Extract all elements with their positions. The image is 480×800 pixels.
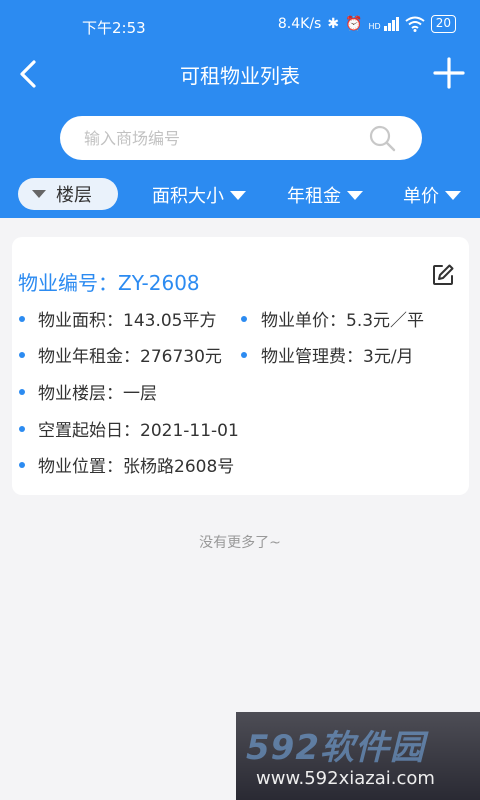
status-bar: 下午2:53 8.4K/s ✱ ⏰ HD 20 <box>0 0 480 48</box>
search-input[interactable] <box>84 116 364 160</box>
signal-icon: HD <box>369 17 399 31</box>
signal-bar <box>387 23 391 31</box>
network-speed: 8.4K/s <box>277 16 322 32</box>
property-card[interactable]: 物业编号：ZY-2608 物业面积：143.05平方 物业单价：5.3元／平 物… <box>12 237 469 495</box>
watermark-url: www.592xiazai.com <box>256 768 435 789</box>
property-row: 空置起始日：2021-11-01 <box>12 415 469 443</box>
status-icons: 8.4K/s ✱ ⏰ HD 20 <box>278 15 456 33</box>
property-row: 物业楼层：一层 <box>12 378 469 406</box>
filter-area[interactable]: 面积大小 <box>152 182 246 208</box>
caret-down-icon <box>230 190 246 200</box>
signal-bar <box>383 26 387 31</box>
nav-bar: 可租物业列表 <box>0 48 480 100</box>
filter-annual-rent[interactable]: 年租金 <box>287 182 363 208</box>
property-floor: 物业楼层：一层 <box>38 384 157 404</box>
bullet-dot <box>241 352 247 358</box>
search-bar <box>60 116 422 160</box>
search-icon[interactable] <box>368 124 396 152</box>
property-management-fee: 物业管理费：3元/月 <box>261 347 414 367</box>
property-unit-price: 物业单价：5.3元／平 <box>261 311 425 331</box>
header: 下午2:53 8.4K/s ✱ ⏰ HD 20 可租物业列表 输入商场编号 楼层… <box>0 0 480 218</box>
bluetooth-icon: ✱ <box>327 16 340 32</box>
signal-label: HD <box>368 22 381 31</box>
watermark-logo: 592软件园 www.592xiazai.com <box>236 712 480 800</box>
bullet-dot <box>19 462 25 468</box>
battery-indicator: 20 <box>430 15 456 33</box>
filter-unit-price-label: 单价 <box>403 186 439 207</box>
property-row: 物业面积：143.05平方 物业单价：5.3元／平 <box>12 305 469 333</box>
bullet-dot <box>19 352 25 358</box>
filter-floor-label: 楼层 <box>56 185 92 206</box>
bullet-dot <box>19 389 25 395</box>
property-row: 物业年租金：276730元 物业管理费：3元/月 <box>12 341 469 369</box>
filter-unit-price[interactable]: 单价 <box>403 182 461 208</box>
property-vacant-since: 空置起始日：2021-11-01 <box>38 421 239 441</box>
filter-bar: 楼层 面积大小 年租金 单价 <box>0 176 480 214</box>
property-location: 物业位置：张杨路2608号 <box>38 457 235 477</box>
property-annual-rent: 物业年租金：276730元 <box>38 347 222 367</box>
list-end-message: 没有更多了~ <box>199 535 281 551</box>
add-icon[interactable] <box>432 56 466 90</box>
bullet-dot <box>19 316 25 322</box>
filter-annual-rent-label: 年租金 <box>287 186 341 207</box>
alarm-icon: ⏰ <box>345 16 363 32</box>
caret-down-icon <box>32 190 46 198</box>
edit-icon[interactable] <box>431 263 455 287</box>
bullet-dot <box>19 426 25 432</box>
watermark-text: 592软件园 <box>246 728 425 768</box>
caret-down-icon <box>347 190 363 200</box>
filter-floor[interactable]: 楼层 <box>18 178 118 210</box>
signal-bar <box>395 17 399 31</box>
caret-down-icon <box>445 190 461 200</box>
signal-bar <box>391 20 395 31</box>
bullet-dot <box>241 316 247 322</box>
status-time: 下午2:53 <box>82 19 146 37</box>
page-title: 可租物业列表 <box>180 64 300 88</box>
wifi-icon <box>405 16 425 32</box>
property-number: 物业编号：ZY-2608 <box>18 271 200 295</box>
property-row: 物业位置：张杨路2608号 <box>12 451 469 479</box>
property-area: 物业面积：143.05平方 <box>38 311 217 331</box>
filter-area-label: 面积大小 <box>152 186 224 207</box>
